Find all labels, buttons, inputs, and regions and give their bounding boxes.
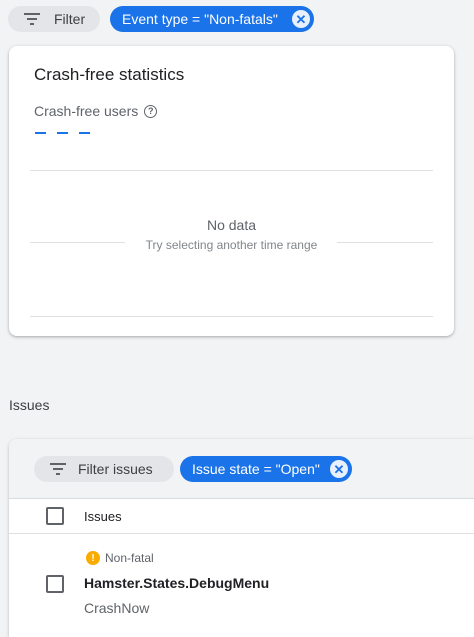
warning-icon: ! (86, 551, 100, 565)
row-checkbox[interactable] (46, 575, 64, 593)
event-type-chip-label: Event type = "Non-fatals" (122, 11, 278, 27)
header-divider (9, 533, 474, 534)
issue-subtitle: CrashNow (84, 600, 150, 616)
no-data-subtitle: Try selecting another time range (145, 238, 318, 252)
help-icon[interactable]: ? (144, 104, 158, 118)
issue-type-label: Non-fatal (105, 551, 154, 565)
issues-heading: Issues (9, 397, 50, 413)
select-all-checkbox[interactable] (46, 507, 64, 525)
close-icon[interactable]: ✕ (330, 460, 348, 478)
no-data-title: No data (206, 217, 257, 233)
crash-free-users-label: Crash-free users ? (34, 103, 158, 119)
crash-free-statistics-card: Crash-free statistics Crash-free users ?… (9, 46, 454, 336)
close-icon[interactable]: ✕ (292, 10, 310, 28)
metric-placeholder-value (35, 132, 90, 134)
filter-button[interactable]: Filter (8, 6, 100, 32)
metric-label-text: Crash-free users (34, 103, 139, 119)
card-title: Crash-free statistics (34, 65, 185, 84)
chart-gridline-bottom (30, 316, 433, 317)
chart-gridline-top (30, 170, 433, 171)
event-type-filter-chip[interactable]: Event type = "Non-fatals" ✕ (110, 6, 314, 32)
issue-state-chip-label: Issue state = "Open" (192, 461, 320, 477)
filter-issues-label: Filter issues (78, 461, 153, 477)
issue-name-link[interactable]: Hamster.States.DebugMenu (84, 575, 269, 591)
filter-list-icon (50, 463, 66, 475)
issues-column-header[interactable]: Issues (84, 509, 122, 524)
filter-label: Filter (54, 11, 86, 27)
filter-list-icon (24, 13, 40, 25)
issue-state-filter-chip[interactable]: Issue state = "Open" ✕ (180, 456, 352, 482)
filter-issues-button[interactable]: Filter issues (34, 456, 174, 482)
